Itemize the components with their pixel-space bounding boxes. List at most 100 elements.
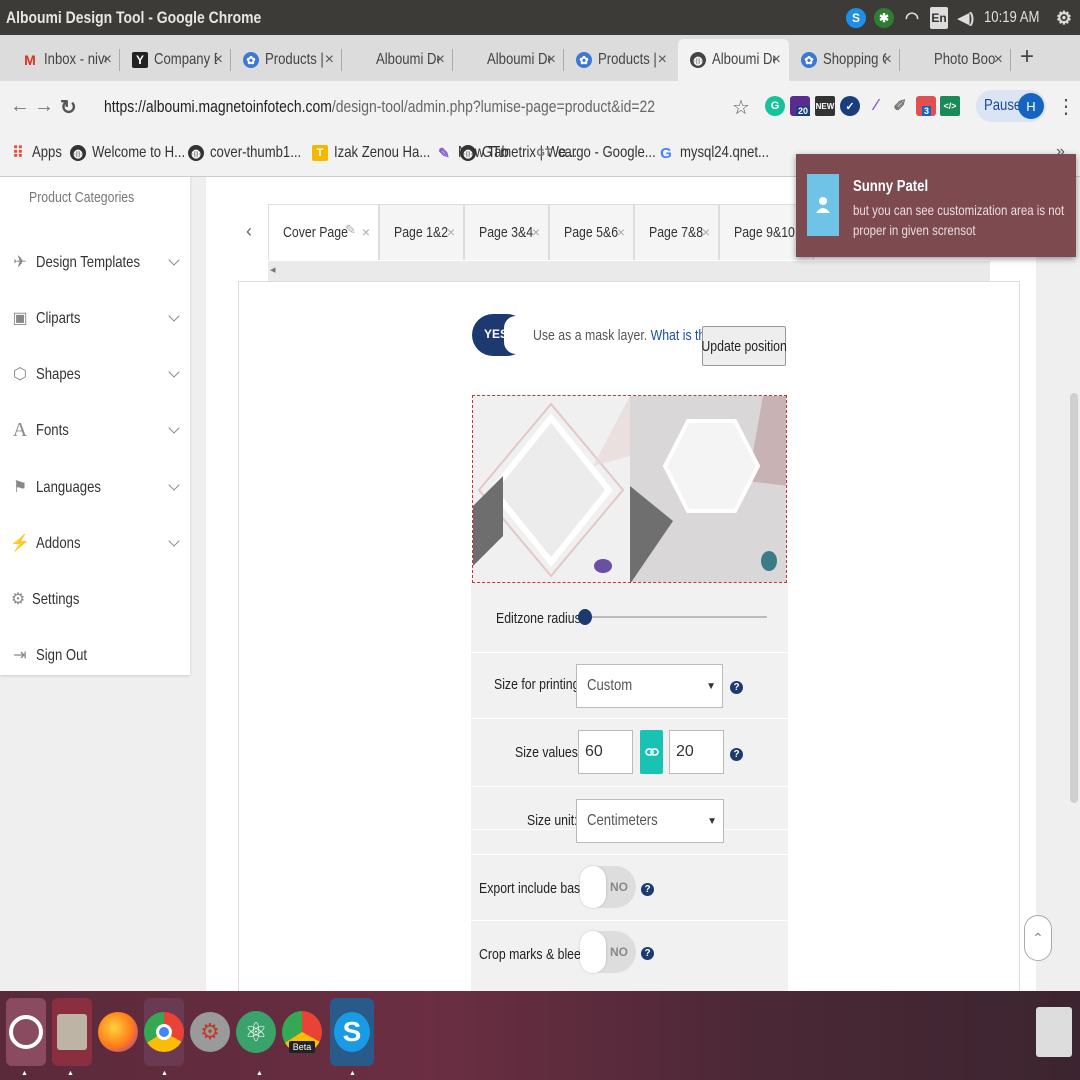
files-icon[interactable] (52, 998, 92, 1066)
tab-page[interactable]: Page 5&6 × (549, 204, 634, 260)
power-gear-icon[interactable]: ⚙ (1054, 8, 1074, 28)
volume-icon[interactable]: ◀) (956, 8, 976, 28)
bookmark-item[interactable]: GT cargo - Google... (536, 144, 677, 162)
eyedropper-icon[interactable]: ✐ (890, 96, 910, 116)
chevron-left-icon[interactable]: ‹ (246, 221, 252, 242)
browser-tab-active[interactable]: ◍ Alboumi De × (678, 39, 789, 81)
chrome-beta-icon[interactable]: Beta (282, 998, 322, 1066)
tab-cover-page[interactable]: Cover Page ✎ × (268, 204, 379, 260)
scroll-left-icon[interactable]: ◂ (270, 263, 276, 276)
scrollbar-thumb[interactable] (1070, 393, 1078, 803)
crop-marks-toggle[interactable]: NO (580, 931, 636, 973)
close-icon[interactable]: × (702, 224, 710, 240)
height-input[interactable]: 20 (669, 730, 724, 774)
reload-icon[interactable]: ↻ (60, 95, 77, 120)
mask-layer-toggle[interactable]: YES (472, 314, 528, 356)
sidebar-item-languages[interactable]: ⚑ Languages (0, 465, 190, 521)
update-position-button[interactable]: Update position (701, 326, 787, 366)
back-arrow-icon[interactable]: ← (10, 95, 30, 118)
extension-badge-count: 3 (922, 106, 932, 116)
design-preview[interactable] (472, 395, 787, 583)
tab-close-icon[interactable]: × (994, 51, 1003, 69)
browser-tab[interactable]: Photo Boo × (900, 39, 1011, 81)
tab-close-icon[interactable]: × (214, 51, 223, 69)
tab-close-icon[interactable]: × (103, 51, 112, 69)
atom-icon[interactable]: ⚛ (236, 998, 276, 1066)
sidebar-item-cliparts[interactable]: ▣ Cliparts (0, 296, 190, 352)
feather-extension-icon[interactable]: ∕ (866, 96, 886, 116)
browser-tab[interactable]: Alboumi De × (342, 39, 453, 81)
tab-page[interactable]: Page 1&2 × (379, 204, 464, 260)
link-ratio-button[interactable] (640, 730, 663, 774)
tab-page[interactable]: Page 3&4 × (464, 204, 549, 260)
tab-close-icon[interactable]: × (547, 51, 556, 69)
browser-tab[interactable]: ✿ Shopping C × (789, 39, 900, 81)
chrome-icon[interactable] (144, 998, 184, 1066)
url-field[interactable]: https://alboumi.magnetoinfotech.com/desi… (90, 90, 730, 124)
help-icon[interactable]: ? (641, 947, 654, 960)
export-base-row: Export include base: NO ? (471, 854, 788, 920)
sidebar-item-sign-out[interactable]: ⇥ Sign Out (0, 633, 190, 675)
firefox-icon[interactable] (98, 998, 138, 1066)
extension-count-icon[interactable]: 3 (916, 96, 936, 116)
pencil-icon[interactable]: ✎ (345, 222, 356, 238)
keyboard-language-indicator[interactable]: En (930, 7, 948, 29)
browser-tab[interactable]: Alboumi De × (453, 39, 564, 81)
trash-icon[interactable] (1034, 998, 1074, 1066)
settings-tool-icon[interactable]: ⚙ (190, 998, 230, 1066)
grammarly-icon[interactable]: G (765, 96, 785, 116)
chat-notification[interactable]: Sunny Patel but you can see customizatio… (796, 154, 1076, 257)
tab-close-icon[interactable]: × (658, 51, 667, 69)
tab-close-icon[interactable]: × (772, 51, 781, 69)
skype-tray-icon[interactable]: S (846, 8, 866, 28)
new-extension-icon[interactable]: NEW (815, 96, 835, 116)
tabs-scrollbar[interactable]: ◂ (268, 261, 990, 281)
browser-tab[interactable]: Y Company D × (120, 39, 231, 81)
sidebar-item-settings[interactable]: ⚙ Settings (0, 577, 190, 633)
sidebar-item-addons[interactable]: ⚡ Addons (0, 521, 190, 577)
sidebar-item-design-templates[interactable]: ✈ Design Templates (0, 240, 190, 296)
code-extension-icon[interactable]: </> (940, 96, 960, 116)
close-icon[interactable]: × (532, 224, 540, 240)
profile-paused-button[interactable]: Paused H (976, 90, 1046, 122)
checkmark-extension-icon[interactable]: ✓ (840, 96, 860, 116)
clock[interactable]: 10:19 AM (984, 9, 1039, 27)
bookmark-item[interactable]: Gmysql24.qnet... (658, 144, 789, 162)
wifi-icon[interactable]: ◠ (902, 8, 922, 28)
kebab-menu-icon[interactable]: ⋮ (1056, 94, 1076, 119)
close-icon[interactable]: × (362, 224, 370, 240)
bookmark-apps[interactable]: ⠿ Apps (10, 144, 68, 162)
bookmark-item[interactable]: ◍ Welcome to H... (70, 144, 206, 162)
export-base-toggle[interactable]: NO (580, 866, 636, 908)
size-printing-select[interactable]: Custom ▼ (576, 664, 723, 708)
tab-close-icon[interactable]: × (325, 51, 334, 69)
sidebar-item-shapes[interactable]: ⬡ Shapes (0, 352, 190, 408)
help-icon[interactable]: ? (730, 681, 743, 694)
back-to-top-button[interactable]: ⌃ (1024, 915, 1052, 961)
sidebar-item-fonts[interactable]: A Fonts (0, 408, 190, 464)
extension-badge-icon[interactable]: 20 (790, 96, 811, 116)
page-scrollbar[interactable] (1068, 177, 1080, 991)
close-icon[interactable]: × (617, 224, 625, 240)
tab-page[interactable]: Page 7&8 × (634, 204, 719, 260)
bookmark-item[interactable]: ◍ cover-thumb1... (188, 144, 321, 162)
browser-tab[interactable]: ✿ Products | × (564, 39, 675, 81)
help-icon[interactable]: ? (641, 883, 654, 896)
browser-tab[interactable]: M Inbox - nive × (10, 39, 120, 81)
size-unit-select[interactable]: Centimeters ▼ (576, 799, 724, 843)
help-icon[interactable]: ? (730, 748, 743, 761)
radius-slider-track[interactable] (583, 616, 767, 618)
app-tray-icon[interactable]: ✱ (874, 8, 894, 28)
close-icon[interactable]: × (447, 224, 455, 240)
forward-arrow-icon[interactable]: → (34, 95, 54, 118)
bookmark-item[interactable]: T Izak Zenou Ha... (312, 144, 451, 162)
star-bookmark-icon[interactable]: ☆ (732, 95, 750, 120)
tab-close-icon[interactable]: × (883, 51, 892, 69)
new-tab-button[interactable]: + (1020, 43, 1034, 71)
width-input[interactable]: 60 (578, 730, 633, 774)
skype-icon[interactable]: S (330, 998, 374, 1066)
ubuntu-icon[interactable] (6, 998, 46, 1066)
browser-tab[interactable]: ✿ Products | × (231, 39, 342, 81)
radius-slider-thumb[interactable] (578, 609, 592, 625)
tab-close-icon[interactable]: × (436, 51, 445, 69)
